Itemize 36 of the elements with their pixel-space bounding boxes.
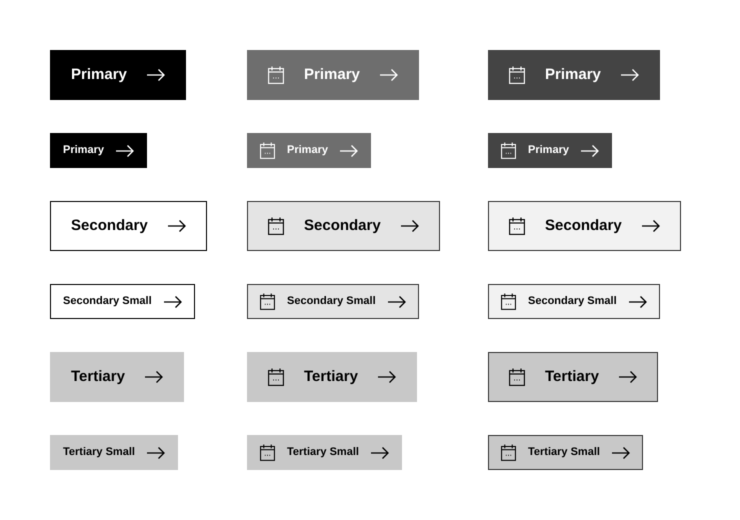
secondary-button[interactable]: Secondary	[488, 201, 681, 251]
primary-button[interactable]: Primary	[50, 133, 147, 168]
tertiary-button[interactable]: Tertiary Small	[247, 435, 402, 470]
secondary-button[interactable]: Secondary Small	[50, 284, 195, 319]
primary-button[interactable]: Primary	[488, 133, 612, 168]
arrow-right-icon	[378, 371, 396, 383]
arrow-right-icon	[618, 371, 637, 383]
primary-button[interactable]: Primary	[488, 50, 660, 100]
tertiary-button[interactable]: Tertiary	[50, 352, 184, 402]
arrow-right-icon	[164, 296, 182, 308]
primary-button[interactable]: Primary	[50, 50, 186, 100]
secondary-button[interactable]: Secondary	[247, 201, 440, 251]
tertiary-button[interactable]: Tertiary	[247, 352, 417, 402]
arrow-right-icon	[146, 69, 165, 81]
tertiary-button[interactable]: Tertiary Small	[488, 435, 643, 470]
arrow-right-icon	[388, 296, 406, 308]
primary-button[interactable]: Primary	[247, 50, 419, 100]
arrow-right-icon	[642, 220, 660, 232]
arrow-right-icon	[580, 144, 599, 156]
arrow-right-icon	[628, 296, 647, 308]
tertiary-button[interactable]: Tertiary Small	[50, 435, 178, 470]
arrow-right-icon	[168, 220, 186, 232]
primary-button[interactable]: Primary	[247, 133, 371, 168]
secondary-button[interactable]: Secondary Small	[488, 284, 660, 319]
arrow-right-icon	[144, 371, 163, 383]
tertiary-button[interactable]: Tertiary	[488, 352, 658, 402]
secondary-button[interactable]: Secondary	[50, 201, 207, 251]
arrow-right-icon	[400, 220, 419, 232]
arrow-right-icon	[116, 144, 134, 156]
arrow-right-icon	[612, 446, 630, 458]
arrow-right-icon	[370, 446, 389, 458]
secondary-button[interactable]: Secondary Small	[247, 284, 419, 319]
arrow-right-icon	[340, 144, 358, 156]
arrow-right-icon	[146, 446, 165, 458]
arrow-right-icon	[620, 69, 639, 81]
arrow-right-icon	[380, 69, 398, 81]
